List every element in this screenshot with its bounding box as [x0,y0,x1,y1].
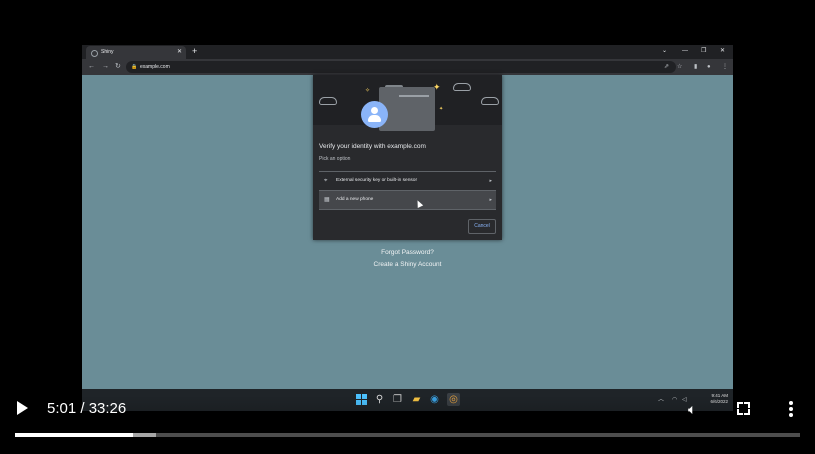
forward-icon[interactable]: → [102,59,109,75]
forgot-password-link[interactable]: Forgot Password? [82,249,733,256]
url-text: example.com [140,64,170,70]
fingerprint-icon: ⌖ [324,178,328,184]
folder-line [399,95,429,97]
close-tab-icon[interactable]: ✕ [177,46,182,59]
time-display: 5:01 / 33:26 [47,400,127,417]
lock-icon: 🔒 [131,64,138,70]
side-panel-icon[interactable]: ▮ [694,59,697,75]
more-options-icon[interactable] [786,401,796,417]
globe-icon [91,50,98,57]
cloud-icon [481,97,499,105]
tab-shiny[interactable]: Shiny ✕ [86,46,186,59]
fullscreen-icon[interactable] [737,402,750,415]
option-security-key[interactable]: ⌖ External security key or built-in sens… [319,171,496,190]
profile-icon[interactable]: ● [707,59,711,75]
folder-icon [379,87,435,131]
qr-code-icon: ▦ [324,197,330,203]
sparkle-icon: ✦ [433,82,441,92]
dialog-subtitle: Pick an option [319,156,351,162]
cancel-button[interactable]: Cancel [468,219,496,234]
option-label: External security key or built-in sensor [336,178,418,183]
sparkle-icon: ✦ [439,106,444,112]
restore-icon[interactable]: ❐ [701,45,706,58]
share-icon[interactable]: ⇗ [664,59,669,75]
progress-played [15,433,133,437]
sparkle-icon: ✧ [365,88,371,94]
verify-identity-dialog: ✦ ✧ ✦ Verify your identity with example.… [313,75,502,240]
reload-icon[interactable]: ↻ [115,59,121,75]
tab-title: Shiny [101,49,114,55]
tab-strip: Shiny ✕ + ⌄ — ❐ ✕ [82,45,733,59]
option-add-phone[interactable]: ▦ Add a new phone ▸ [319,190,496,210]
bookmark-star-icon[interactable]: ☆ [677,59,682,75]
dialog-title: Verify your identity with example.com [319,143,426,150]
play-icon[interactable] [17,401,28,415]
option-label: Add a new phone [336,197,374,202]
close-window-icon[interactable]: ✕ [720,45,725,58]
create-account-link[interactable]: Create a Shiny Account [82,261,733,268]
back-icon[interactable]: ← [88,59,95,75]
volume-icon[interactable]: 🔈︎ [688,400,696,418]
dialog-illustration: ✦ ✧ ✦ [313,75,502,131]
chevron-right-icon: ▸ [489,178,492,184]
minimize-icon[interactable]: — [682,45,688,58]
cloud-icon [453,83,471,91]
menu-icon[interactable]: ⋮ [722,59,728,75]
browser-toolbar: ← → ↻ 🔒 example.com ⇗ ☆ ▮ ● ⋮ [82,59,733,75]
address-bar[interactable]: 🔒 example.com [126,61,676,73]
account-avatar-icon [361,101,388,128]
browser-window: Shiny ✕ + ⌄ — ❐ ✕ ← → ↻ 🔒 example.com ⇗ … [82,45,733,389]
new-tab-button[interactable]: + [192,45,197,58]
cloud-icon [319,97,337,105]
chevron-right-icon: ▸ [489,197,492,203]
tab-search-icon[interactable]: ⌄ [662,45,667,58]
